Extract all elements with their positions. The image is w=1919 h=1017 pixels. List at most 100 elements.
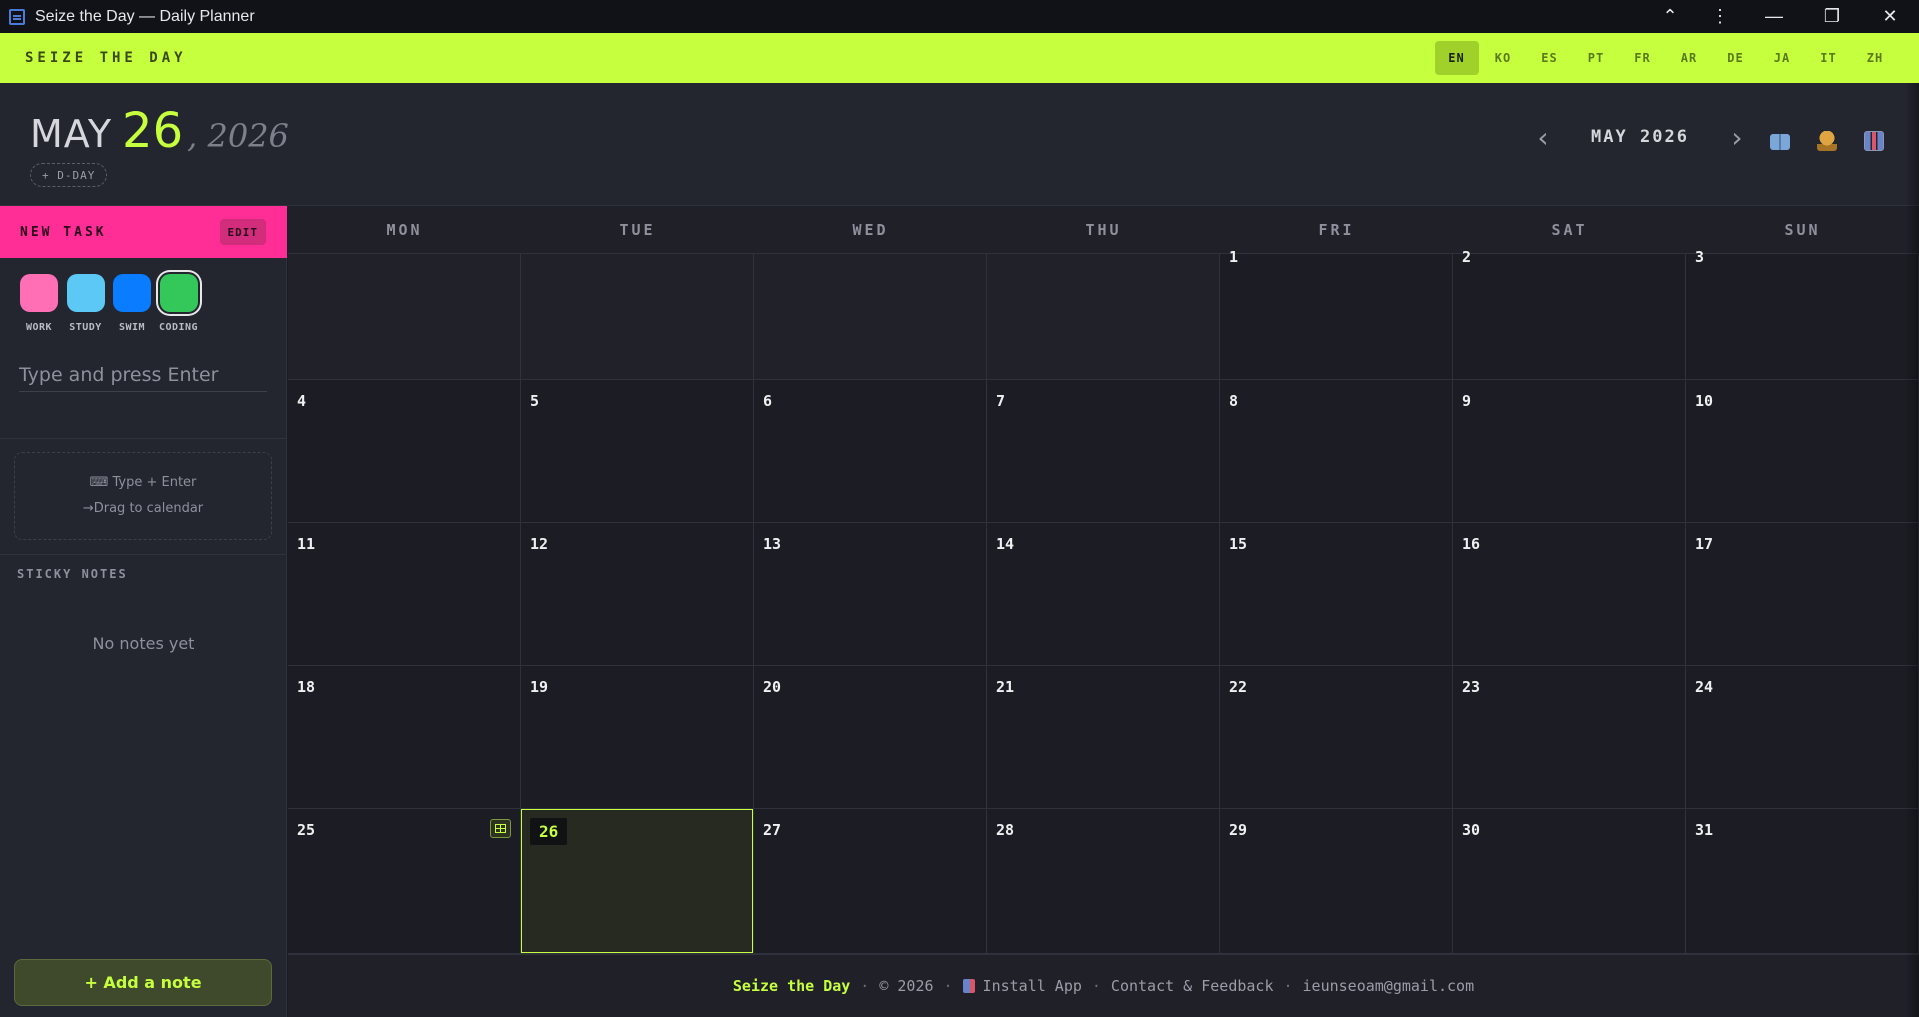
- separator: ·: [1283, 977, 1293, 995]
- day-cell-31[interactable]: 31: [1686, 809, 1919, 954]
- empty-day-cell: [987, 254, 1220, 380]
- collapse-chevron-icon[interactable]: ⌃: [1645, 0, 1695, 33]
- minimize-icon[interactable]: —: [1745, 0, 1803, 33]
- day-cell-22[interactable]: 22: [1220, 666, 1453, 809]
- add-dday-button[interactable]: + D-DAY: [30, 163, 108, 187]
- day-cell-26[interactable]: 26: [521, 809, 754, 954]
- day-cell-2[interactable]: 2: [1453, 248, 1686, 380]
- date-day: 26: [122, 103, 184, 159]
- language-it-button[interactable]: IT: [1807, 41, 1851, 75]
- separator: ·: [860, 977, 870, 995]
- day-number: 13: [763, 535, 782, 553]
- day-number: 29: [1229, 821, 1248, 839]
- weekday-thu: THU: [1085, 220, 1122, 239]
- day-cell-3[interactable]: 3: [1686, 248, 1919, 380]
- day-cell-19[interactable]: 19: [521, 666, 754, 809]
- install-app-link[interactable]: Install App: [962, 977, 1082, 995]
- language-pt-button[interactable]: PT: [1574, 41, 1618, 75]
- category-swim[interactable]: SWIM: [112, 274, 152, 333]
- brand-logo[interactable]: SEIZE THE DAY: [25, 50, 187, 66]
- day-number: 17: [1695, 535, 1714, 553]
- day-cell-5[interactable]: 5: [521, 380, 754, 523]
- day-cell-12[interactable]: 12: [521, 523, 754, 666]
- new-task-label: NEW TASK: [20, 224, 107, 240]
- day-cell-25[interactable]: 25: [288, 809, 521, 954]
- day-cell-18[interactable]: 18: [288, 666, 521, 809]
- day-cell-23[interactable]: 23: [1453, 666, 1686, 809]
- add-note-button[interactable]: + Add a note: [14, 959, 272, 1006]
- restore-icon[interactable]: ❐: [1803, 0, 1861, 33]
- category-work[interactable]: WORK: [19, 274, 59, 333]
- category-swatch[interactable]: [66, 274, 105, 312]
- weekday-header: MON TUE WED THU FRI SAT SUN: [288, 206, 1919, 254]
- day-cell-29[interactable]: 29: [1220, 809, 1453, 954]
- category-label: STUDY: [69, 322, 102, 333]
- trophy-icon[interactable]: [1817, 131, 1837, 151]
- contact-feedback-link[interactable]: Contact & Feedback: [1111, 977, 1274, 995]
- prev-month-icon[interactable]: ‹: [1531, 121, 1555, 154]
- day-cell-17[interactable]: 17: [1686, 523, 1919, 666]
- day-cell-10[interactable]: 10: [1686, 380, 1919, 523]
- language-ja-button[interactable]: JA: [1760, 41, 1804, 75]
- day-cell-27[interactable]: 27: [754, 809, 987, 954]
- day-number: 23: [1462, 678, 1481, 696]
- date-month: MAY: [30, 112, 113, 156]
- email-link[interactable]: ieunseoam@gmail.com: [1303, 977, 1475, 995]
- category-swatch[interactable]: [20, 274, 58, 312]
- calendar: MON TUE WED THU FRI SAT SUN 1 2 3 4 5 6 7 8 9 10 11 12 13 1…: [288, 206, 1919, 954]
- day-cell-21[interactable]: 21: [987, 666, 1220, 809]
- day-number: 26: [530, 818, 568, 845]
- language-zh-button[interactable]: ZH: [1853, 41, 1897, 75]
- day-number: 7: [996, 392, 1006, 410]
- language-es-button[interactable]: ES: [1528, 41, 1572, 75]
- day-cell-11[interactable]: 11: [288, 523, 521, 666]
- install-icon: [962, 979, 975, 993]
- edit-categories-button[interactable]: EDIT: [219, 219, 266, 245]
- divider: [0, 554, 287, 555]
- category-swatch[interactable]: [113, 274, 151, 312]
- language-ko-button[interactable]: KO: [1481, 41, 1525, 75]
- chart-icon[interactable]: [1864, 131, 1884, 151]
- close-icon[interactable]: ✕: [1861, 0, 1919, 33]
- day-cell-16[interactable]: 16: [1453, 523, 1686, 666]
- window-title: Seize the Day — Daily Planner: [35, 7, 255, 25]
- day-number: 19: [530, 678, 549, 696]
- day-cell-7[interactable]: 7: [987, 380, 1220, 523]
- book-icon[interactable]: [1770, 134, 1790, 150]
- day-cell-9[interactable]: 9: [1453, 380, 1686, 523]
- day-cell-20[interactable]: 20: [754, 666, 987, 809]
- install-app-label: Install App: [982, 977, 1082, 995]
- category-coding[interactable]: CODING: [159, 274, 199, 333]
- weekday-tue: TUE: [619, 220, 656, 239]
- day-cell-15[interactable]: 15: [1220, 523, 1453, 666]
- weekday-mon: MON: [386, 220, 423, 239]
- language-ar-button[interactable]: AR: [1667, 41, 1711, 75]
- task-input[interactable]: [19, 358, 267, 392]
- day-number: 25: [297, 821, 316, 839]
- day-cell-24[interactable]: 24: [1686, 666, 1919, 809]
- language-fr-button[interactable]: FR: [1621, 41, 1665, 75]
- category-list: WORK STUDY SWIM CODING: [19, 274, 205, 333]
- day-cell-30[interactable]: 30: [1453, 809, 1686, 954]
- category-label: SWIM: [118, 322, 146, 333]
- day-cell-1[interactable]: 1: [1220, 248, 1453, 380]
- language-en-button[interactable]: EN: [1434, 41, 1479, 75]
- day-number: 24: [1695, 678, 1714, 696]
- day-cell-4[interactable]: 4: [288, 380, 521, 523]
- category-swatch[interactable]: [159, 274, 198, 312]
- category-study[interactable]: STUDY: [66, 274, 106, 333]
- empty-day-cell: [754, 254, 987, 380]
- day-cell-28[interactable]: 28: [987, 809, 1220, 954]
- week-view-icon[interactable]: [490, 819, 511, 838]
- footer: Seize the Day · © 2026 · Install App · C…: [288, 954, 1919, 1017]
- footer-brand[interactable]: Seize the Day: [733, 977, 850, 995]
- day-cell-14[interactable]: 14: [987, 523, 1220, 666]
- language-de-button[interactable]: DE: [1714, 41, 1758, 75]
- weekday-wed: WED: [852, 220, 889, 239]
- new-task-bar: NEW TASK EDIT: [0, 206, 287, 258]
- day-cell-13[interactable]: 13: [754, 523, 987, 666]
- day-cell-6[interactable]: 6: [754, 380, 987, 523]
- more-menu-icon[interactable]: ⋮: [1695, 0, 1745, 33]
- day-number: 20: [763, 678, 782, 696]
- day-cell-8[interactable]: 8: [1220, 380, 1453, 523]
